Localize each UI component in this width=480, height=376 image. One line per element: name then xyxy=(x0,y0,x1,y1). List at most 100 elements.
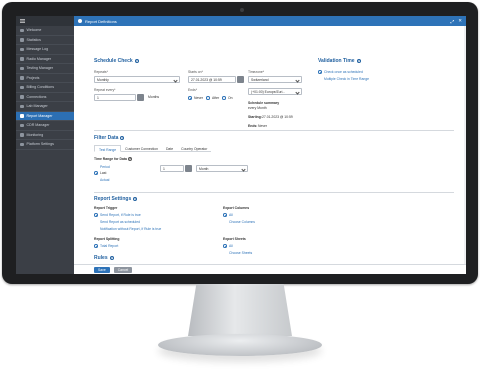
dialog-header: Report Definitions ⤢ ✕ xyxy=(74,16,466,26)
starts-on-input[interactable]: 27.01.2023 @ 10:59 xyxy=(188,76,236,83)
sidebar-item-statistics[interactable]: Statistics xyxy=(16,36,74,45)
tab-test-range[interactable]: Test Range xyxy=(94,145,122,152)
starts-on-label: Starts on* xyxy=(188,70,203,74)
monitor-frame: Welcome Statistics Message Log Radio Man… xyxy=(2,2,478,284)
sidebar-item-connections[interactable]: Connections xyxy=(16,93,74,102)
help-icon[interactable]: ? xyxy=(127,157,132,161)
save-button[interactable]: Save xyxy=(94,266,110,273)
schedule-summary-value: every Month xyxy=(248,106,267,110)
sidebar-item-monitoring[interactable]: Monitoring xyxy=(16,131,74,140)
sidebar-item-cdr-manager[interactable]: CDR Manager xyxy=(16,121,74,131)
sheets-all-label: All xyxy=(229,244,233,248)
sidebar-item-report-manager[interactable]: Report Manager xyxy=(16,111,74,121)
time-range-label: Time Range for Data ? xyxy=(94,157,132,161)
report-icon xyxy=(20,114,24,118)
calendar-icon[interactable] xyxy=(237,76,244,83)
monitor-chin xyxy=(16,274,466,282)
schedule-summary-label: Schedule summary xyxy=(248,101,280,105)
sidebar-item-billing-conditions[interactable]: Billing Conditions xyxy=(16,83,74,93)
sidebar-item-radio-manager[interactable]: Radio Manager xyxy=(16,55,74,64)
filter-data-title: Filter Data? xyxy=(94,135,125,141)
help-icon[interactable]: ? xyxy=(134,58,139,63)
stepper-icon[interactable] xyxy=(137,94,144,101)
divider xyxy=(94,192,454,193)
hamburger-icon[interactable] xyxy=(20,19,25,23)
sidebar-item-platform-settings[interactable]: Platform Settings xyxy=(16,140,74,150)
lab-icon xyxy=(20,104,24,108)
timezone-select[interactable]: Switzerland xyxy=(248,76,302,83)
report-icon xyxy=(78,19,82,23)
send-scheduled-label[interactable]: Send Report as scheduled xyxy=(100,220,140,224)
sheets-all-radio[interactable] xyxy=(223,244,227,248)
close-icon[interactable]: ✕ xyxy=(458,18,462,24)
multiple-check-label[interactable]: Multiple Check in Time Range xyxy=(324,77,369,81)
help-icon[interactable]: ? xyxy=(120,135,125,140)
stepper-icon[interactable] xyxy=(185,165,192,172)
monitor-icon xyxy=(20,133,24,137)
tab-country-operator[interactable]: Country Operator xyxy=(177,145,211,152)
dialog-footer: Save Cancel xyxy=(74,264,466,274)
ends-on-label: On xyxy=(228,96,233,100)
total-report-radio[interactable] xyxy=(94,244,98,248)
ends-after-label: After xyxy=(212,96,220,100)
help-icon[interactable]: ? xyxy=(133,196,138,201)
ends-on-radio[interactable] xyxy=(222,96,226,100)
tab-customer-connection[interactable]: Customer Connection xyxy=(121,145,162,152)
sidebar-item-lab-manager[interactable]: Lab Manager xyxy=(16,102,74,112)
ends-after-radio[interactable] xyxy=(206,96,210,100)
ends-summary-label: Ends: xyxy=(248,124,258,128)
help-icon[interactable]: ? xyxy=(356,58,361,63)
report-settings-title: Report Settings? xyxy=(94,196,138,202)
connection-icon xyxy=(20,95,24,99)
sidebar-item-welcome[interactable]: Welcome xyxy=(16,26,74,36)
ends-never-label: Never xyxy=(194,96,204,100)
folder-icon xyxy=(20,76,24,80)
ends-never-radio[interactable] xyxy=(188,96,192,100)
report-splitting-label: Report Splitting xyxy=(94,237,120,241)
rules-title: Rules? xyxy=(94,255,114,261)
period-label[interactable]: Period xyxy=(100,165,110,169)
scrollbar[interactable] xyxy=(464,26,466,264)
period-value-input[interactable]: 1 xyxy=(160,165,184,172)
timezone-region-select[interactable]: (+01:00) Europe/Zuri... xyxy=(248,88,302,95)
export-columns-label: Export Columns xyxy=(223,206,250,210)
sidebar-item-testing-manager[interactable]: Testing Manager xyxy=(16,64,74,74)
schedule-check-title: Schedule Check? xyxy=(94,58,139,64)
billing-icon xyxy=(20,85,24,89)
columns-all-radio[interactable] xyxy=(223,213,227,217)
check-once-label: Check once as scheduled xyxy=(324,70,363,74)
repeat-every-input[interactable]: 1 xyxy=(94,94,136,101)
starting-label: Starting: xyxy=(248,115,262,119)
total-report-label: Total Report xyxy=(100,244,119,248)
choose-sheets-label[interactable]: Choose Sheets xyxy=(229,251,252,255)
validation-time-title: Validation Time? xyxy=(318,58,361,64)
send-if-rule-radio[interactable] xyxy=(94,213,98,217)
radio-icon xyxy=(20,57,24,61)
actual-label[interactable]: Actual xyxy=(100,178,109,182)
report-trigger-label: Report Trigger xyxy=(94,206,118,210)
choose-columns-label[interactable]: Choose Columns xyxy=(229,220,255,224)
starting-value: 27.01.2023 @ 10:59 xyxy=(262,115,293,119)
sidebar-header xyxy=(16,16,74,26)
cancel-button[interactable]: Cancel xyxy=(113,266,133,273)
notification-label[interactable]: Notification without Report, if Rule is … xyxy=(100,227,161,231)
dialog-title: Report Definitions xyxy=(85,18,117,24)
last-label: Last xyxy=(100,171,107,175)
report-definitions-dialog: Report Definitions ⤢ ✕ Schedule Check? R… xyxy=(74,16,466,274)
expand-icon[interactable]: ⤢ xyxy=(451,19,455,24)
repeats-select[interactable]: Monthly xyxy=(94,76,180,83)
check-once-radio[interactable] xyxy=(318,70,322,74)
timezone-label: Timezone* xyxy=(248,70,265,74)
sidebar: Welcome Statistics Message Log Radio Man… xyxy=(16,16,74,274)
sidebar-item-message-log[interactable]: Message Log xyxy=(16,45,74,55)
test-icon xyxy=(20,66,24,70)
help-icon[interactable]: ? xyxy=(109,255,114,260)
tab-date[interactable]: Date xyxy=(162,145,177,152)
repeat-every-unit: Months xyxy=(148,95,160,99)
screen: Welcome Statistics Message Log Radio Man… xyxy=(16,16,466,274)
export-sheets-label: Export Sheets xyxy=(223,237,246,241)
monitor-stand-neck xyxy=(188,284,292,336)
last-radio[interactable] xyxy=(94,171,98,175)
sidebar-item-projects[interactable]: Projects xyxy=(16,74,74,83)
period-unit-select[interactable]: Month xyxy=(196,165,248,172)
